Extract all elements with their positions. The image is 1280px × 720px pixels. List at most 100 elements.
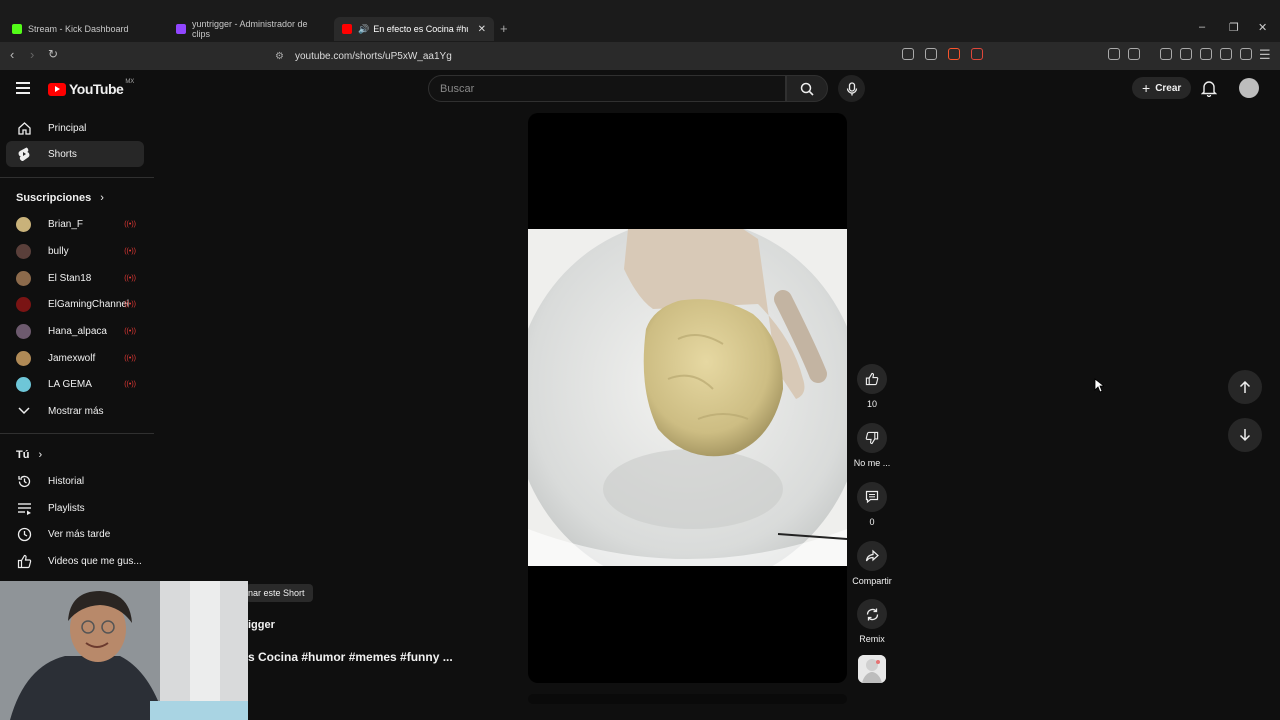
youtube-favicon-icon (342, 24, 352, 34)
history-icon (16, 473, 32, 489)
sidebar-item-subscription[interactable]: El Stan18 ((•)) (6, 265, 144, 291)
webcam-feed-image (0, 581, 248, 720)
screenshot-icon[interactable] (1128, 48, 1140, 60)
sidebar-item-subscription[interactable]: ElGamingChannel ((•)) (6, 291, 144, 317)
like-button[interactable]: 10 (850, 364, 894, 409)
like-count: 10 (866, 399, 877, 409)
leo-icon[interactable] (1220, 48, 1232, 60)
thumbs-down-icon (865, 431, 879, 445)
channel-avatar (16, 296, 31, 312)
share-icon[interactable] (925, 48, 937, 60)
minimize-button[interactable]: – (1199, 21, 1205, 33)
sidebar-item-subscription[interactable]: LA GEMA ((•)) (6, 371, 144, 397)
short-chip[interactable]: nar este Short (246, 584, 313, 602)
channel-avatar (16, 270, 31, 286)
account-avatar[interactable] (1239, 78, 1259, 98)
browser-menu-icon[interactable]: ☰ (1259, 47, 1271, 63)
you-heading[interactable]: Tú › (16, 449, 42, 461)
extensions-icon[interactable] (1108, 48, 1120, 60)
live-indicator-icon: ((•)) (124, 274, 136, 282)
share-arrow-icon (865, 549, 879, 562)
youtube-play-icon (48, 82, 66, 96)
plus-icon: + (1142, 80, 1151, 96)
webcam-overlay (0, 581, 248, 720)
sidebar-item-playlists[interactable]: Playlists (6, 495, 144, 521)
microphone-icon (846, 81, 857, 95)
comments-button[interactable]: 0 (850, 482, 894, 527)
sidebar-item-subscription[interactable]: bully ((•)) (6, 238, 144, 264)
sidebar-item-subscription[interactable]: Hana_alpaca ((•)) (6, 318, 144, 344)
channel-avatar (16, 216, 31, 232)
show-more-button[interactable]: Mostrar más (6, 398, 144, 424)
forward-icon[interactable]: › (30, 47, 34, 62)
sidebar-icon[interactable] (1180, 48, 1192, 60)
arrow-down-icon (1239, 429, 1251, 442)
comment-icon (865, 490, 879, 504)
subscriptions-heading[interactable]: Suscripciones › (16, 192, 104, 204)
sidebar-item-shorts[interactable]: Shorts (6, 141, 144, 167)
youtube-logo[interactable]: YouTube MX (48, 79, 134, 97)
video-frame[interactable] (528, 229, 847, 566)
sound-avatar[interactable] (858, 655, 886, 683)
create-button[interactable]: + Crear (1132, 77, 1192, 99)
site-info-icon[interactable]: ⚙ (275, 51, 284, 62)
live-indicator-icon: ((•)) (124, 247, 136, 255)
next-short-button[interactable] (1228, 418, 1262, 452)
menu-icon[interactable] (16, 82, 30, 97)
sidebar-item-liked-videos[interactable]: Videos que me gus... (6, 548, 144, 574)
short-title[interactable]: s Cocina #humor #memes #funny ... (248, 650, 453, 664)
reload-icon[interactable]: ↻ (48, 47, 58, 61)
tab-youtube-short[interactable]: 🔊 En efecto es Cocina #humor ✕ (334, 17, 494, 41)
voice-search-button[interactable] (838, 75, 865, 102)
sidebar-item-subscription[interactable]: Jamexwolf ((•)) (6, 345, 144, 371)
tab-clips-admin[interactable]: yuntrigger - Administrador de clips (168, 17, 332, 41)
youtube-header: YouTube MX Buscar + Crear (0, 70, 1280, 108)
channel-avatar (16, 323, 31, 339)
remix-label: Remix (859, 634, 885, 644)
media-icon[interactable] (1160, 48, 1172, 60)
remix-button[interactable]: Remix (850, 599, 894, 644)
search-input[interactable]: Buscar (428, 75, 786, 102)
sidebar-divider (0, 177, 154, 178)
vpn-icon[interactable] (1240, 48, 1252, 60)
next-short-preview[interactable] (528, 694, 847, 704)
twitch-favicon-icon (176, 24, 186, 34)
brave-rewards-icon[interactable] (971, 48, 983, 60)
search-button[interactable] (786, 75, 828, 102)
home-icon (16, 120, 32, 136)
live-indicator-icon: ((•)) (124, 220, 136, 228)
thumbs-up-icon (865, 372, 879, 386)
address-bar[interactable]: ⚙ youtube.com/shorts/uP5xW_aa1Yg (245, 45, 990, 67)
brave-shield-icon[interactable] (948, 48, 960, 60)
previous-short-button[interactable] (1228, 370, 1262, 404)
browser-toolbar: ‹ › ↻ ☐ ⚙ youtube.com/shorts/uP5xW_aa1Yg… (0, 42, 1280, 70)
sidebar-divider (0, 433, 154, 434)
share-button[interactable]: Compartir (850, 541, 894, 586)
chevron-right-icon: › (100, 192, 104, 204)
url-text[interactable]: youtube.com/shorts/uP5xW_aa1Yg (295, 51, 452, 62)
comment-count: 0 (869, 517, 875, 527)
search-icon (800, 82, 814, 96)
notifications-bell-icon[interactable] (1201, 80, 1217, 97)
sidebar-item-principal[interactable]: Principal (6, 115, 144, 141)
kick-favicon-icon (12, 24, 22, 34)
close-window-button[interactable]: ✕ (1258, 21, 1267, 34)
sidebar-item-history[interactable]: Historial (6, 468, 144, 494)
live-indicator-icon: ((•)) (124, 327, 136, 335)
close-tab-icon[interactable]: ✕ (478, 24, 486, 35)
sidebar-item-watch-later[interactable]: Ver más tarde (6, 521, 144, 547)
cast-icon[interactable] (902, 48, 914, 60)
new-tab-button[interactable]: + (500, 21, 508, 36)
wallet-icon[interactable] (1200, 48, 1212, 60)
tab-kick-dashboard[interactable]: Stream - Kick Dashboard (4, 17, 168, 41)
share-label: Compartir (852, 576, 892, 586)
maximize-button[interactable]: ❐ (1229, 21, 1239, 34)
dislike-button[interactable]: No me ... (850, 423, 894, 468)
channel-avatar (16, 243, 31, 259)
arrow-up-icon (1239, 380, 1251, 393)
back-icon[interactable]: ‹ (10, 47, 14, 62)
channel-name[interactable]: igger (248, 619, 275, 631)
sound-thumbnail-image (858, 655, 886, 683)
chevron-down-icon (16, 403, 32, 419)
sidebar-item-subscription[interactable]: Brian_F ((•)) (6, 211, 144, 237)
